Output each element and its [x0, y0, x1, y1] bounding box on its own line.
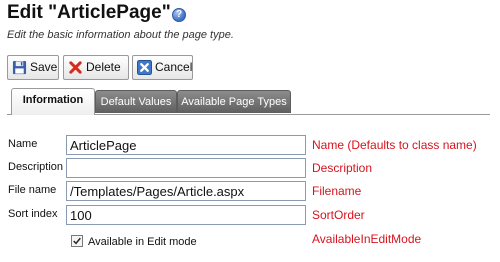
description-input[interactable] — [66, 158, 306, 178]
sort-index-annotation: SortOrder — [312, 208, 365, 222]
tab-available-page-types[interactable]: Available Page Types — [177, 90, 291, 113]
filename-label: File name — [8, 184, 57, 196]
description-label: Description — [8, 161, 64, 173]
page-subtitle: Edit the basic information about the pag… — [7, 29, 234, 41]
help-icon[interactable]: ? — [172, 8, 186, 22]
tab-default-values[interactable]: Default Values — [95, 90, 177, 113]
delete-button-label: Delete — [86, 60, 121, 74]
page-title: Edit "ArticlePage" — [7, 2, 171, 23]
save-button[interactable]: Save — [7, 55, 59, 80]
sort-index-input[interactable] — [66, 205, 306, 225]
available-in-edit-label: Available in Edit mode — [88, 236, 197, 248]
floppy-disk-icon — [12, 60, 27, 75]
available-annotation: AvailableInEditMode — [312, 232, 422, 246]
delete-button[interactable]: Delete — [63, 55, 129, 80]
sort-index-label: Sort index — [8, 208, 58, 220]
cancel-button[interactable]: Cancel — [132, 55, 193, 80]
blue-x-icon — [137, 60, 152, 75]
filename-input[interactable] — [66, 181, 306, 201]
tab-strip: Information Default Values Available Pag… — [7, 88, 490, 115]
name-annotation: Name (Defaults to class name) — [312, 138, 477, 152]
cancel-button-label: Cancel — [155, 60, 193, 74]
name-input[interactable] — [66, 135, 306, 155]
filename-annotation: Filename — [312, 184, 362, 198]
description-annotation: Description — [312, 161, 373, 175]
save-button-label: Save — [30, 60, 58, 74]
checkmark-icon — [73, 237, 81, 245]
available-in-edit-checkbox[interactable] — [71, 235, 83, 247]
tab-information[interactable]: Information — [11, 88, 95, 115]
name-label: Name — [8, 138, 38, 150]
red-x-icon — [69, 61, 82, 74]
